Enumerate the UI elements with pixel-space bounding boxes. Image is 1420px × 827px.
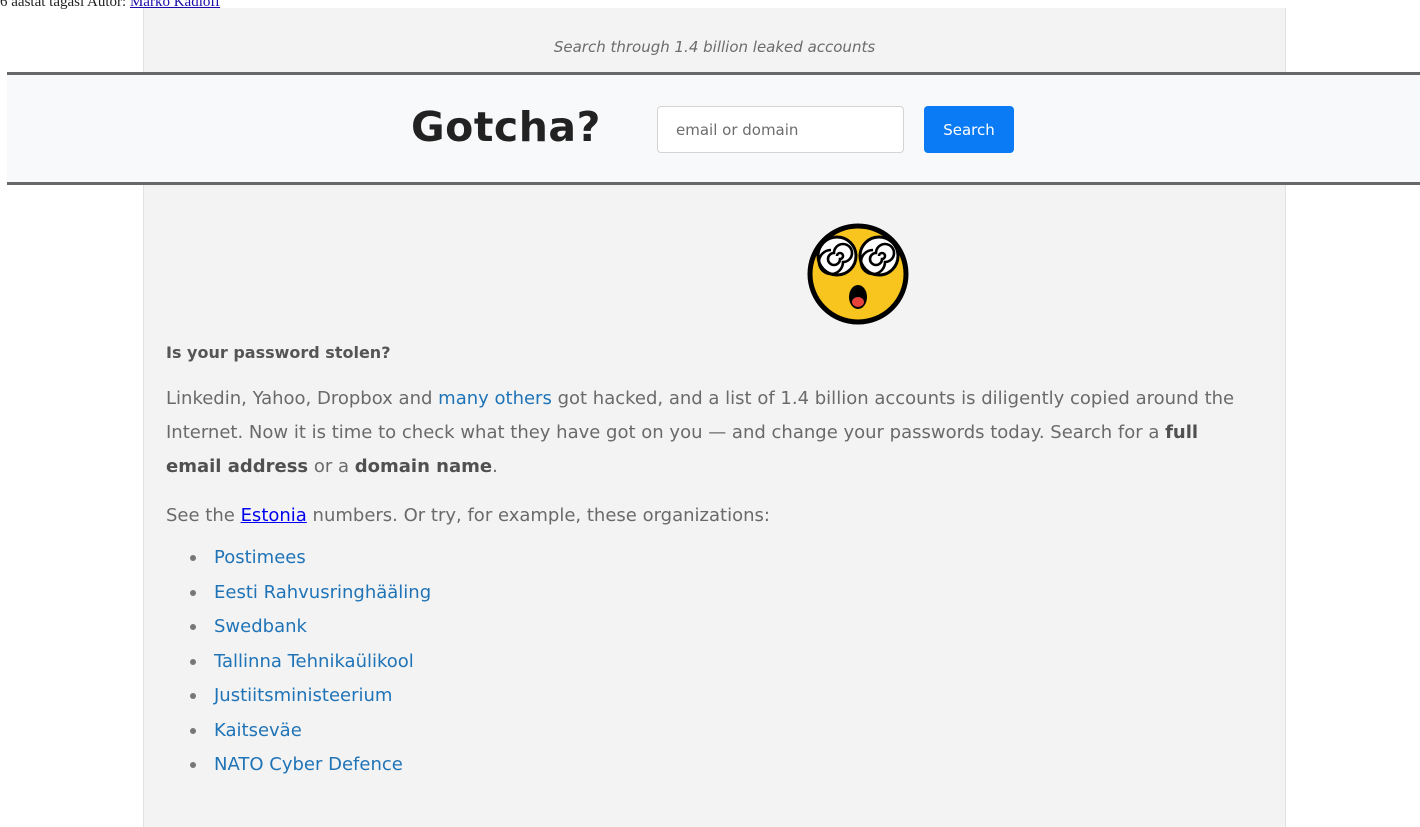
list-item: NATO Cyber Defence: [190, 748, 1256, 783]
main-content: Is your password stolen? Linkedin, Yahoo…: [166, 340, 1256, 783]
org-link-kaitsevae[interactable]: Kaitseväe: [214, 720, 302, 741]
org-link-postimees[interactable]: Postimees: [214, 547, 306, 568]
caption-text: 6 aastat tagasi Autor:: [0, 0, 130, 10]
domain-name-bold: domain name: [354, 456, 493, 477]
list-item: Postimees: [190, 541, 1256, 576]
site-logo[interactable]: Gotcha?: [411, 103, 601, 151]
list-item: Justiitsministeerium: [190, 679, 1256, 714]
examples-text-1: See the: [166, 505, 241, 526]
examples-paragraph: See the Estonia numbers. Or try, for exa…: [166, 499, 1256, 533]
search-button[interactable]: Search: [924, 106, 1014, 153]
intro-text-3: or a: [308, 456, 355, 477]
page-question: Is your password stolen?: [166, 343, 391, 362]
org-link-taltech[interactable]: Tallinna Tehnikaülikool: [214, 651, 414, 672]
estonia-link[interactable]: Estonia: [241, 505, 307, 526]
org-link-justiitsministeerium[interactable]: Justiitsministeerium: [214, 685, 392, 706]
list-item: Tallinna Tehnikaülikool: [190, 645, 1256, 680]
org-link-nato[interactable]: NATO Cyber Defence: [214, 754, 403, 775]
tagline: Search through 1.4 billion leaked accoun…: [553, 38, 876, 56]
dizzy-face-icon: [807, 223, 909, 325]
org-link-err[interactable]: Eesti Rahvusringhääling: [214, 582, 431, 603]
org-link-swedbank[interactable]: Swedbank: [214, 616, 307, 637]
search-input[interactable]: [657, 106, 904, 153]
list-item: Kaitseväe: [190, 714, 1256, 749]
intro-text-4: .: [492, 456, 498, 477]
examples-text-2: numbers. Or try, for example, these orga…: [306, 505, 770, 526]
header-bar: Gotcha? Search: [7, 72, 1420, 185]
list-item: Eesti Rahvusringhääling: [190, 576, 1256, 611]
list-item: Swedbank: [190, 610, 1256, 645]
intro-paragraph: Linkedin, Yahoo, Dropbox and many others…: [166, 382, 1256, 484]
many-others-link[interactable]: many others: [438, 388, 552, 409]
intro-text-1: Linkedin, Yahoo, Dropbox and: [166, 388, 439, 409]
organization-list: Postimees Eesti Rahvusringhääling Swedba…: [166, 541, 1256, 783]
